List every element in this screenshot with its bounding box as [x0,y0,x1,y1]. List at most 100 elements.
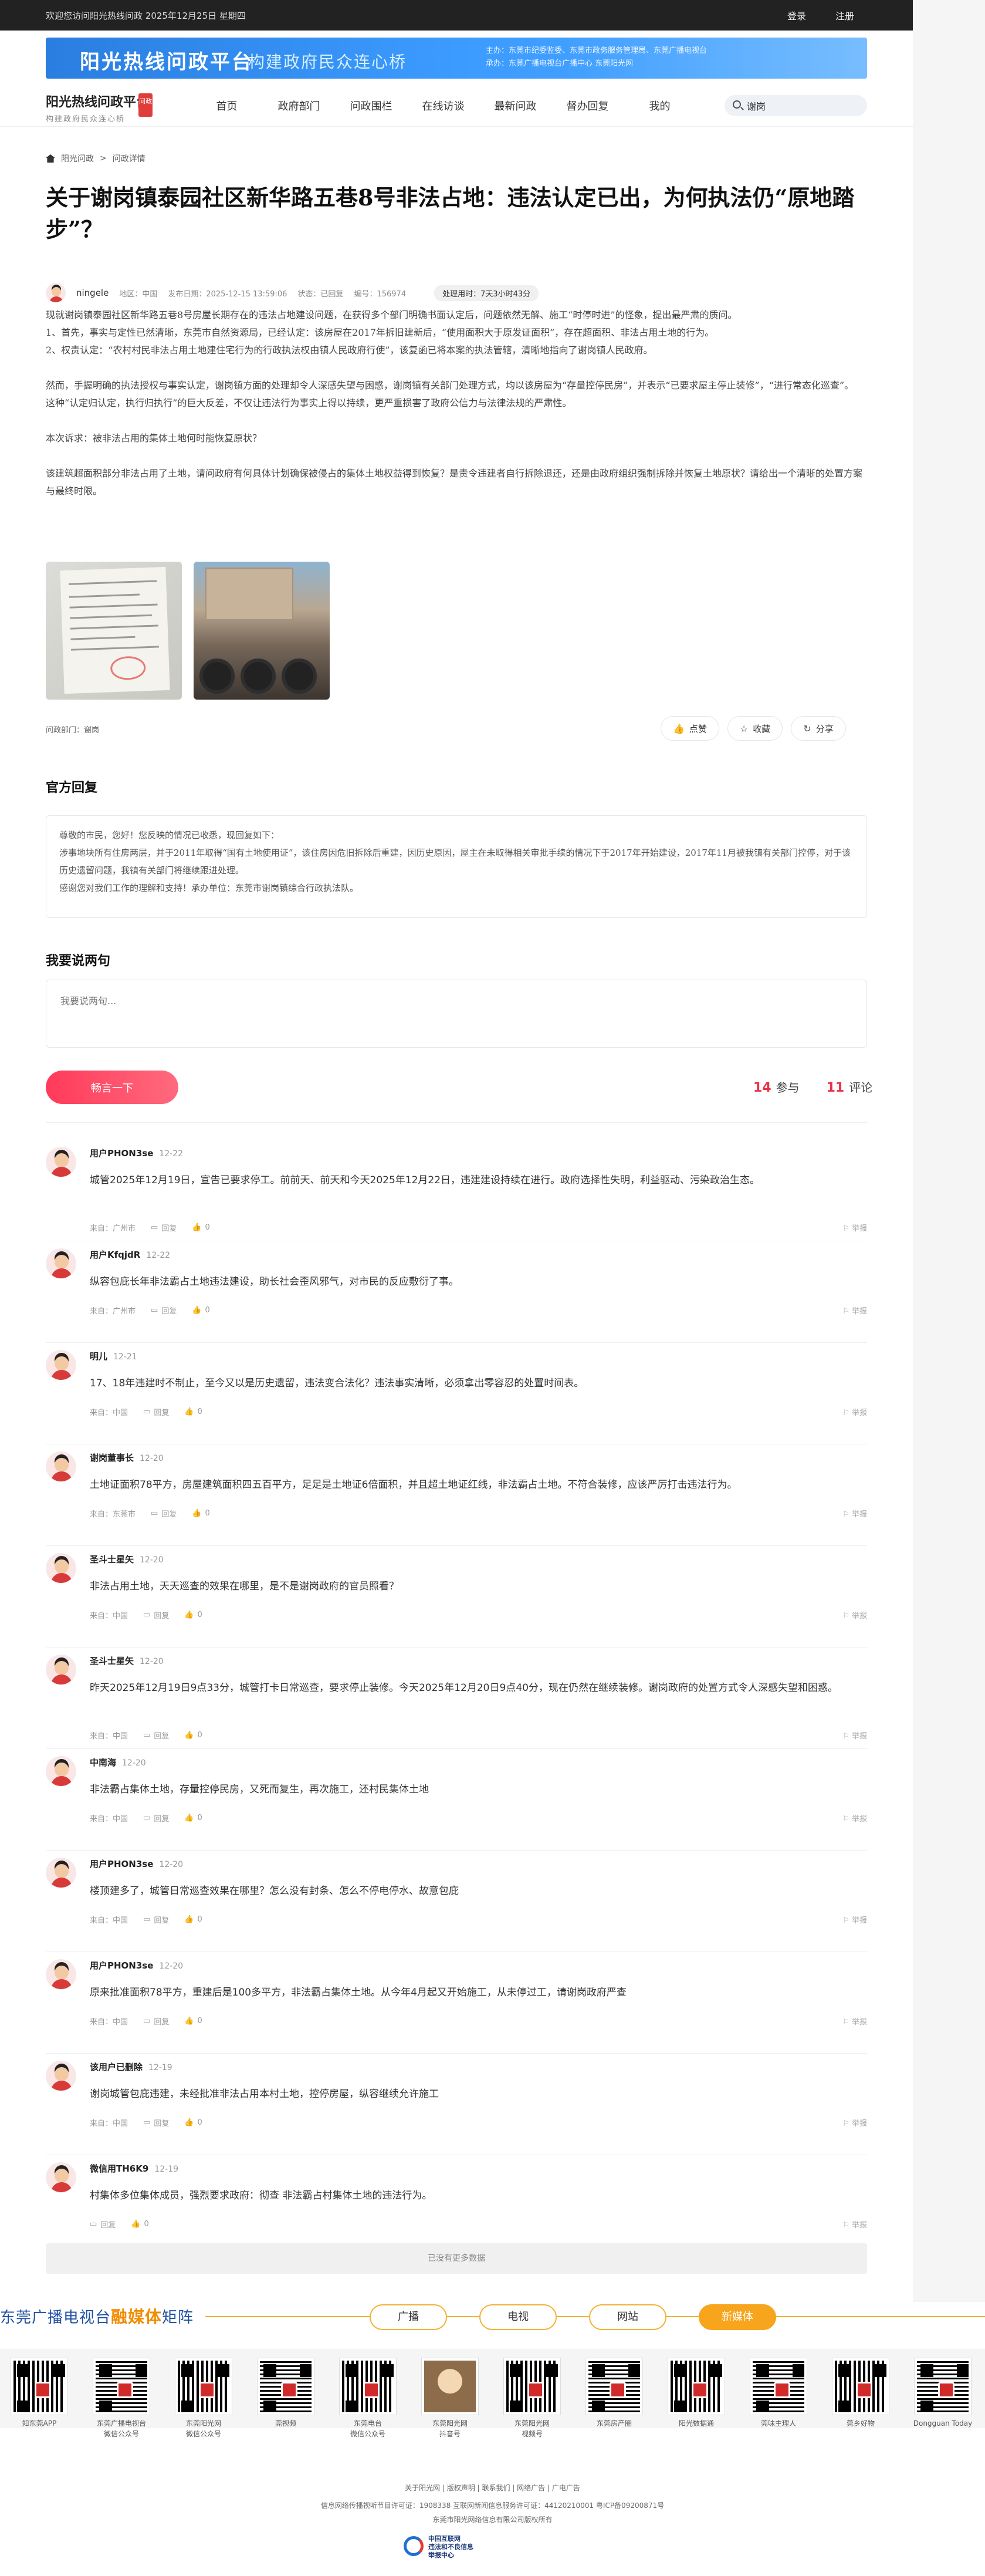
site-photo[interactable] [194,562,330,700]
search-icon[interactable] [733,100,741,109]
commenter-avatar[interactable] [46,1858,76,1888]
commenter-username[interactable]: 明儿 [90,1351,107,1362]
report-center-badge[interactable]: 中国互联网 违法和不良信息举报中心 [404,2533,474,2562]
report-button[interactable]: ⚐ 举报 [842,1730,867,1741]
tab-website[interactable]: 网站 [589,2304,666,2330]
reply-button[interactable]: ▭ 回复 [151,1222,177,1233]
commenter-avatar[interactable] [46,2162,76,2193]
share-button[interactable]: ↻ 分享 [791,716,846,741]
report-button[interactable]: ⚐ 举报 [842,1609,867,1620]
commenter-username[interactable]: 圣斗士星矢 [90,1656,134,1666]
nav-item-enclosure[interactable]: 问政围栏 [335,98,407,113]
tab-radio[interactable]: 广播 [370,2304,447,2330]
breadcrumb-home[interactable]: 阳光问政 [61,153,94,164]
qr-code-item[interactable]: 知东莞APP [7,2358,72,2429]
report-button[interactable]: ⚐ 举报 [842,2219,867,2230]
load-more[interactable]: 已没有更多数据 [46,2243,867,2274]
reply-button[interactable]: ▭ 回复 [143,1914,169,1925]
commenter-name[interactable]: 用户PHON3se 12-20 [90,1959,183,1971]
commenter-name[interactable]: 圣斗士星矢 12-20 [90,1553,164,1565]
qr-code-item[interactable]: 莞乡好物 [828,2358,893,2429]
register-link[interactable]: 注册 [835,8,854,22]
reply-button[interactable]: ▭ 回复 [151,1508,177,1519]
report-button[interactable]: ⚐ 举报 [842,1406,867,1417]
commenter-name[interactable]: 该用户已删除 12-19 [90,2061,172,2073]
search-input[interactable] [747,99,858,112]
report-button[interactable]: ⚐ 举报 [842,2015,867,2027]
commenter-avatar[interactable] [46,1655,76,1685]
report-button[interactable]: ⚐ 举报 [842,1305,867,1316]
submit-comment-button[interactable]: 畅言一下 [46,1071,178,1104]
commenter-avatar[interactable] [46,1147,76,1177]
report-button[interactable]: ⚐ 举报 [842,1222,867,1233]
author-name[interactable]: ningele [76,288,109,298]
tab-new-media[interactable]: 新媒体 [699,2304,776,2330]
like-button[interactable]: 👍 点赞 [661,716,719,741]
commenter-avatar[interactable] [46,1350,76,1380]
home-icon[interactable] [46,154,55,163]
commenter-username[interactable]: 谢岗董事长 [90,1453,134,1463]
commenter-name[interactable]: 用户KfqjdR 12-22 [90,1248,170,1261]
reply-button[interactable]: ▭ 回复 [143,1730,169,1741]
report-button[interactable]: ⚐ 举报 [842,2117,867,2128]
comment-input[interactable] [46,980,866,1047]
commenter-name[interactable]: 明儿 12-21 [90,1350,137,1362]
tab-tv[interactable]: 电视 [479,2304,557,2330]
commenter-username[interactable]: 用户KfqjdR [90,1250,140,1260]
qr-code-item[interactable]: 东莞电台 微信公众号 [336,2358,400,2439]
comment-like-button[interactable]: 👍 0 [184,1407,202,1416]
reply-button[interactable]: ▭ 回复 [143,2015,169,2027]
commenter-avatar[interactable] [46,1553,76,1584]
nav-item-home[interactable]: 首页 [191,98,263,113]
reply-button[interactable]: ▭ 回复 [143,1609,169,1620]
comment-like-button[interactable]: 👍 0 [192,1223,209,1232]
commenter-username[interactable]: 用户PHON3se [90,1859,153,1869]
report-button[interactable]: ⚐ 举报 [842,1914,867,1925]
reply-button[interactable]: ▭ 回复 [143,2117,169,2128]
commenter-name[interactable]: 谢岗董事长 12-20 [90,1451,164,1464]
commenter-username[interactable]: 中南海 [90,1757,116,1768]
comment-like-button[interactable]: 👍 0 [184,1814,202,1822]
nav-item-interviews[interactable]: 在线访谈 [407,98,479,113]
reply-button[interactable]: ▭ 回复 [151,1305,177,1316]
comment-like-button[interactable]: 👍 0 [184,1915,202,1924]
comment-like-button[interactable]: 👍 0 [184,1731,202,1740]
report-button[interactable]: ⚐ 举报 [842,1508,867,1519]
commenter-username[interactable]: 该用户已删除 [90,2062,143,2072]
commenter-avatar[interactable] [46,1451,76,1482]
commenter-avatar[interactable] [46,1756,76,1787]
comment-like-button[interactable]: 👍 0 [184,1611,202,1619]
commenter-avatar[interactable] [46,1248,76,1279]
qr-code-item[interactable]: 东莞房产圈 [582,2358,646,2429]
commenter-username[interactable]: 微信用TH6K9 [90,2163,148,2174]
nav-item-supervision[interactable]: 督办回复 [551,98,624,113]
qr-code-item[interactable]: 阳光数据通 [664,2358,729,2429]
commenter-name[interactable]: 用户PHON3se 12-22 [90,1147,183,1159]
document-photo[interactable] [46,562,182,700]
comment-like-button[interactable]: 👍 0 [192,1306,209,1315]
qr-code-item[interactable]: 东莞阳光网 抖音号 [418,2358,482,2439]
nav-item-mine[interactable]: 我的 [624,98,696,113]
footer-links[interactable]: 关于阳光网 | 版权声明 | 联系我们 | 网络广告 | 广电广告 [0,2483,985,2493]
author-avatar[interactable] [46,283,66,303]
report-button[interactable]: ⚐ 举报 [842,1812,867,1824]
comment-like-button[interactable]: 👍 0 [184,2017,202,2025]
site-logo[interactable]: 阳光热线问政平台 构建政府民众连心桥 问政 [46,92,153,124]
commenter-avatar[interactable] [46,1959,76,1990]
reply-button[interactable]: ▭ 回复 [143,1812,169,1824]
commenter-username[interactable]: 圣斗士星矢 [90,1554,134,1565]
comment-like-button[interactable]: 👍 0 [192,1509,209,1518]
commenter-name[interactable]: 中南海 12-20 [90,1756,146,1768]
favorite-button[interactable]: ☆ 收藏 [727,716,783,741]
commenter-username[interactable]: 用户PHON3se [90,1148,153,1159]
reply-button[interactable]: ▭ 回复 [143,1406,169,1417]
nav-item-departments[interactable]: 政府部门 [263,98,335,113]
commenter-avatar[interactable] [46,2061,76,2091]
login-link[interactable]: 登录 [787,8,806,22]
qr-code-item[interactable]: 莞味主理人 [746,2358,811,2429]
qr-code-item[interactable]: 东莞阳光网 视频号 [500,2358,564,2439]
qr-code-item[interactable]: 东莞阳光网 微信公众号 [171,2358,236,2439]
reply-button[interactable]: ▭ 回复 [90,2219,116,2230]
nav-item-latest[interactable]: 最新问政 [479,98,551,113]
commenter-name[interactable]: 圣斗士星矢 12-20 [90,1655,164,1667]
